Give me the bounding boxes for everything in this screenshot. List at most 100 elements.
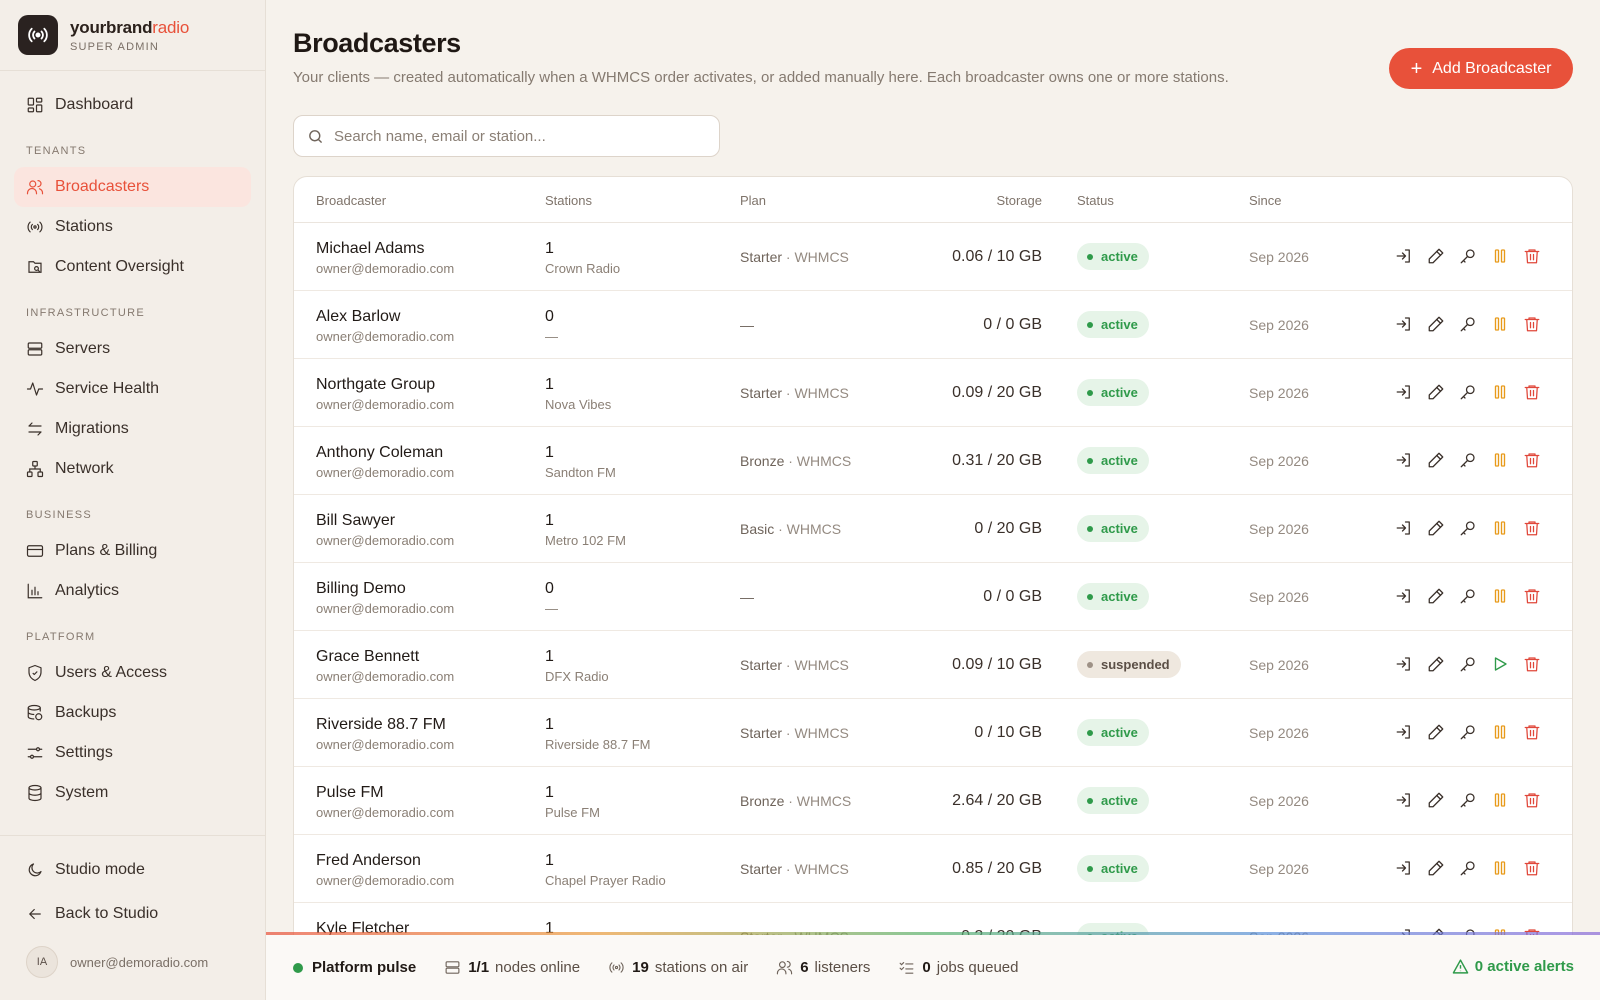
sidebar-item-stations[interactable]: Stations — [14, 207, 251, 247]
broadcaster-name[interactable]: Anthony Coleman — [316, 444, 454, 462]
sidebar-item-analytics[interactable]: Analytics — [14, 571, 251, 611]
sidebar-item-users-access[interactable]: Users & Access — [14, 653, 251, 693]
sidebar-item-plans-billing[interactable]: Plans & Billing — [14, 531, 251, 571]
sidebar-item-studio-mode[interactable]: Studio mode — [14, 850, 251, 890]
delete-icon[interactable] — [1522, 858, 1542, 878]
col-plan[interactable]: Plan — [740, 193, 766, 208]
resume-icon[interactable] — [1490, 654, 1510, 674]
sidebar-item-dashboard[interactable]: Dashboard — [14, 85, 251, 125]
edit-icon[interactable] — [1426, 654, 1446, 674]
sidebar-item-system[interactable]: System — [14, 773, 251, 813]
impersonate-icon[interactable] — [1394, 722, 1414, 742]
key-icon[interactable] — [1458, 790, 1478, 810]
sidebar-item-back-to-studio[interactable]: Back to Studio — [14, 894, 251, 934]
broadcaster-email: owner@demoradio.com — [316, 329, 455, 344]
broadcaster-name[interactable]: Riverside 88.7 FM — [316, 716, 454, 734]
key-icon[interactable] — [1458, 722, 1478, 742]
table-row[interactable]: Grace Bennett owner@demoradio.com 1 DFX Rad… — [294, 631, 1572, 699]
user-profile[interactable]: IA owner@demoradio.com — [26, 946, 208, 978]
col-broadcaster[interactable]: Broadcaster — [316, 193, 386, 208]
key-icon[interactable] — [1458, 314, 1478, 334]
suspend-icon[interactable] — [1490, 722, 1510, 742]
key-icon[interactable] — [1458, 586, 1478, 606]
key-icon[interactable] — [1458, 450, 1478, 470]
broadcaster-name[interactable]: Pulse FM — [316, 784, 454, 802]
edit-icon[interactable] — [1426, 450, 1446, 470]
broadcaster-name[interactable]: Alex Barlow — [316, 308, 454, 326]
impersonate-icon[interactable] — [1394, 790, 1414, 810]
broadcaster-name[interactable]: Bill Sawyer — [316, 512, 454, 530]
table-row[interactable]: Alex Barlow owner@demoradio.com 0— —0 / 0 G… — [294, 291, 1572, 359]
col-since[interactable]: Since — [1249, 193, 1282, 208]
key-icon[interactable] — [1458, 246, 1478, 266]
sidebar-bottom: Studio mode Back to Studio — [0, 835, 265, 934]
broadcaster-name[interactable]: Fred Anderson — [316, 852, 454, 870]
delete-icon[interactable] — [1522, 450, 1542, 470]
table-row[interactable]: Northgate Group owner@demoradio.com 1 Nova … — [294, 359, 1572, 427]
table-row[interactable]: Bill Sawyer owner@demoradio.com 1 Metro 102… — [294, 495, 1572, 563]
impersonate-icon[interactable] — [1394, 314, 1414, 334]
suspend-icon[interactable] — [1490, 790, 1510, 810]
delete-icon[interactable] — [1522, 314, 1542, 334]
key-icon[interactable] — [1458, 518, 1478, 538]
edit-icon[interactable] — [1426, 858, 1446, 878]
suspend-icon[interactable] — [1490, 246, 1510, 266]
impersonate-icon[interactable] — [1394, 654, 1414, 674]
broadcaster-name[interactable]: Northgate Group — [316, 376, 454, 394]
edit-icon[interactable] — [1426, 314, 1446, 334]
sidebar-item-migrations[interactable]: Migrations — [14, 409, 251, 449]
edit-icon[interactable] — [1426, 246, 1446, 266]
suspend-icon[interactable] — [1490, 314, 1510, 334]
brand-logo-icon[interactable] — [18, 15, 58, 55]
col-storage[interactable]: Storage — [996, 193, 1042, 208]
impersonate-icon[interactable] — [1394, 450, 1414, 470]
delete-icon[interactable] — [1522, 382, 1542, 402]
edit-icon[interactable] — [1426, 722, 1446, 742]
active-alerts[interactable]: 0 active alerts — [1452, 958, 1574, 975]
table-row[interactable]: Michael Adams owner@demoradio.com 1 Crown R… — [294, 223, 1572, 291]
sidebar-item-settings[interactable]: Settings — [14, 733, 251, 773]
edit-icon[interactable] — [1426, 586, 1446, 606]
impersonate-icon[interactable] — [1394, 382, 1414, 402]
suspend-icon[interactable] — [1490, 518, 1510, 538]
impersonate-icon[interactable] — [1394, 586, 1414, 606]
key-icon[interactable] — [1458, 858, 1478, 878]
delete-icon[interactable] — [1522, 586, 1542, 606]
delete-icon[interactable] — [1522, 790, 1542, 810]
table-row[interactable]: Pulse FM owner@demoradio.com 1 Pulse FM Bron… — [294, 767, 1572, 835]
suspend-icon[interactable] — [1490, 450, 1510, 470]
delete-icon[interactable] — [1522, 518, 1542, 538]
edit-icon[interactable] — [1426, 790, 1446, 810]
col-stations[interactable]: Stations — [545, 193, 592, 208]
suspend-icon[interactable] — [1490, 858, 1510, 878]
table-row[interactable]: Riverside 88.7 FM owner@demoradio.com 1 Riv… — [294, 699, 1572, 767]
sidebar-item-backups[interactable]: Backups — [14, 693, 251, 733]
table-row[interactable]: Billing Demo owner@demoradio.com 0— —0 / 0 … — [294, 563, 1572, 631]
table-row[interactable]: Anthony Coleman owner@demoradio.com 1 Sandt… — [294, 427, 1572, 495]
add-broadcaster-button[interactable]: + Add Broadcaster — [1389, 48, 1573, 89]
impersonate-icon[interactable] — [1394, 246, 1414, 266]
suspend-icon[interactable] — [1490, 382, 1510, 402]
delete-icon[interactable] — [1522, 246, 1542, 266]
impersonate-icon[interactable] — [1394, 518, 1414, 538]
suspend-icon[interactable] — [1490, 586, 1510, 606]
edit-icon[interactable] — [1426, 518, 1446, 538]
delete-icon[interactable] — [1522, 654, 1542, 674]
delete-icon[interactable] — [1522, 722, 1542, 742]
key-icon[interactable] — [1458, 382, 1478, 402]
sidebar-item-network[interactable]: Network — [14, 449, 251, 489]
sidebar-item-content-oversight[interactable]: Content Oversight — [14, 247, 251, 287]
col-status[interactable]: Status — [1077, 193, 1114, 208]
broadcaster-name[interactable]: Grace Bennett — [316, 648, 454, 666]
table-row[interactable]: Fred Anderson owner@demoradio.com 1 Chapel … — [294, 835, 1572, 903]
sidebar-item-broadcasters[interactable]: Broadcasters — [14, 167, 251, 207]
sidebar-item-service-health[interactable]: Service Health — [14, 369, 251, 409]
search-input[interactable] — [334, 127, 694, 145]
impersonate-icon[interactable] — [1394, 858, 1414, 878]
sidebar-item-label: Back to Studio — [55, 905, 159, 922]
edit-icon[interactable] — [1426, 382, 1446, 402]
key-icon[interactable] — [1458, 654, 1478, 674]
broadcaster-name[interactable]: Michael Adams — [316, 240, 454, 258]
broadcaster-name[interactable]: Billing Demo — [316, 580, 454, 598]
sidebar-item-servers[interactable]: Servers — [14, 329, 251, 369]
